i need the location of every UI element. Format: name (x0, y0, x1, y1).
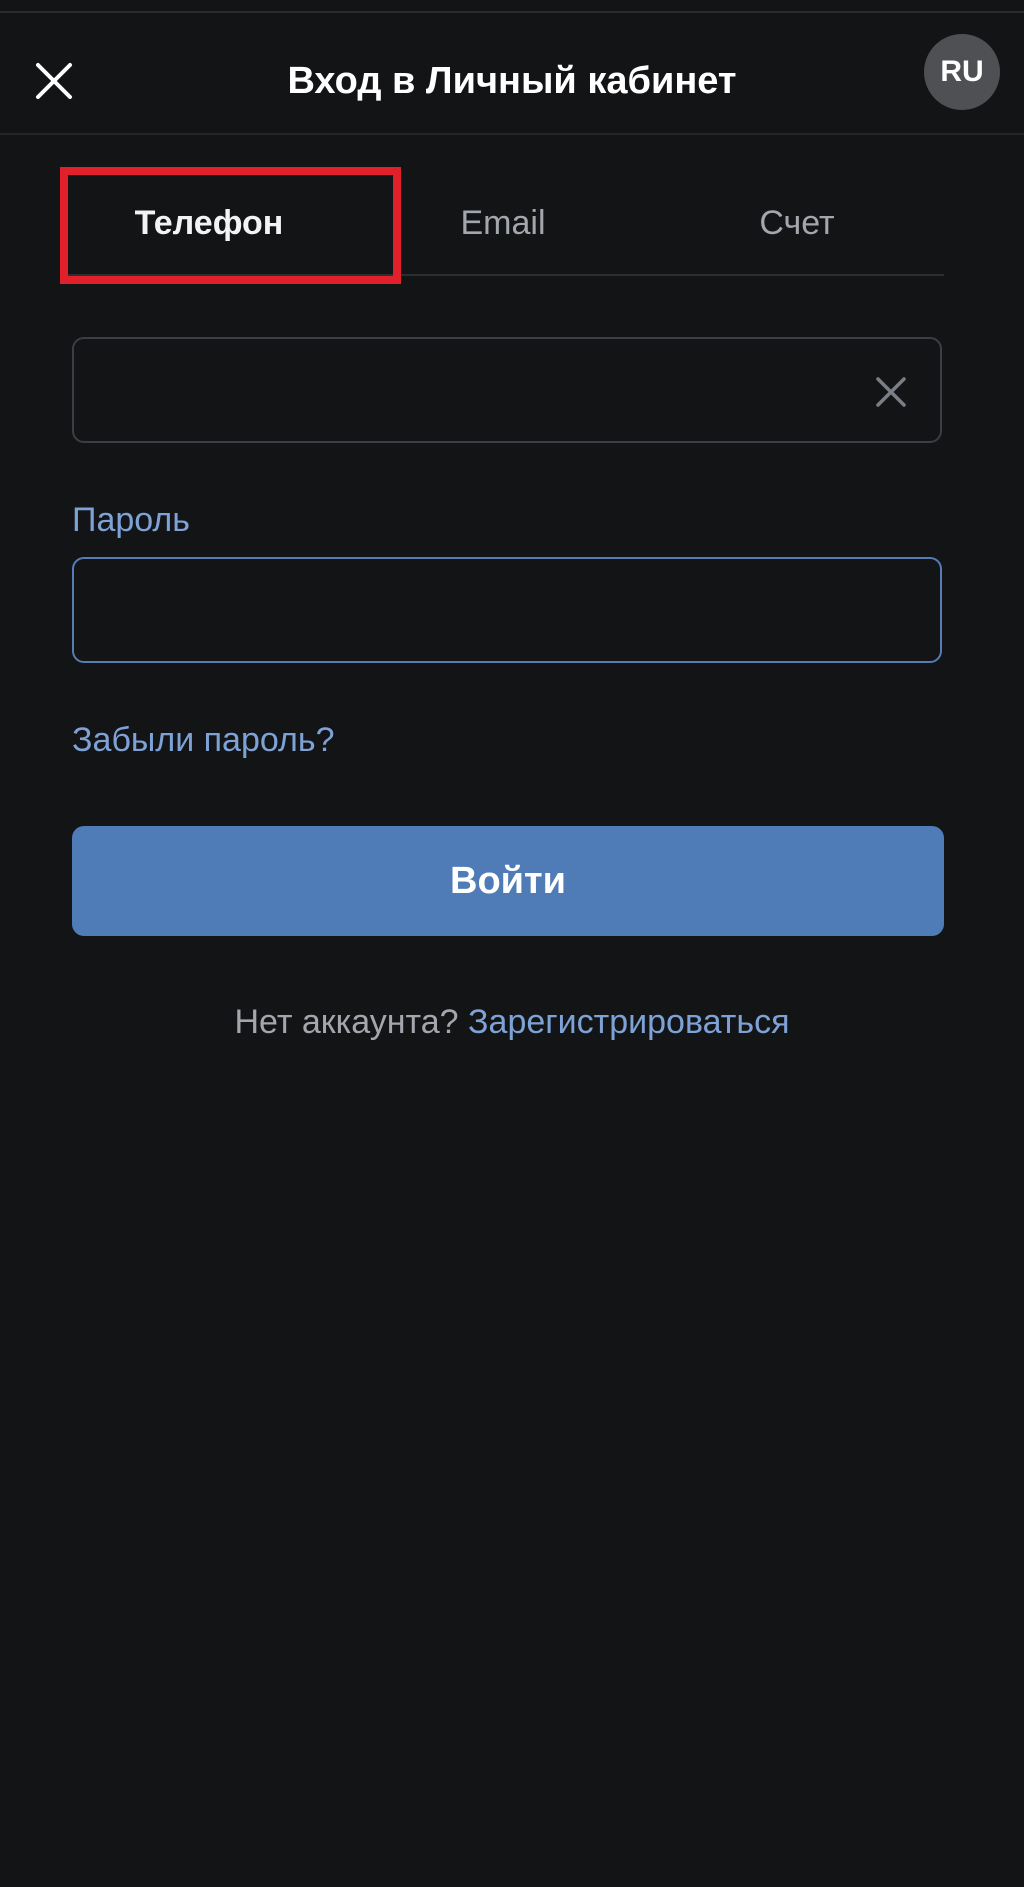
password-field (72, 557, 942, 663)
password-input[interactable] (98, 559, 862, 663)
login-method-tabs: Телефон Email Счет (62, 168, 944, 276)
signup-row: Нет аккаунта? Зарегистрироваться (0, 998, 1024, 1046)
language-button[interactable]: RU (924, 34, 1000, 110)
clear-button[interactable] (874, 375, 908, 409)
clear-icon (876, 377, 906, 407)
header-bar: Вход в Личный кабинет RU (0, 13, 1024, 135)
tab-phone[interactable]: Телефон (62, 168, 356, 274)
tab-email[interactable]: Email (356, 168, 650, 274)
login-button[interactable]: Войти (72, 826, 944, 936)
phone-input[interactable] (98, 339, 862, 443)
page-title: Вход в Личный кабинет (287, 60, 737, 102)
signup-link[interactable]: Зарегистрироваться (468, 1003, 790, 1041)
tab-account[interactable]: Счет (650, 168, 944, 274)
forgot-password-link[interactable]: Забыли пароль? (72, 718, 335, 762)
password-label: Пароль (72, 501, 190, 539)
signup-question: Нет аккаунта? (234, 1003, 469, 1041)
phone-field (72, 337, 942, 443)
login-screen: Вход в Личный кабинет RU Телефон Email С… (0, 0, 1024, 1887)
